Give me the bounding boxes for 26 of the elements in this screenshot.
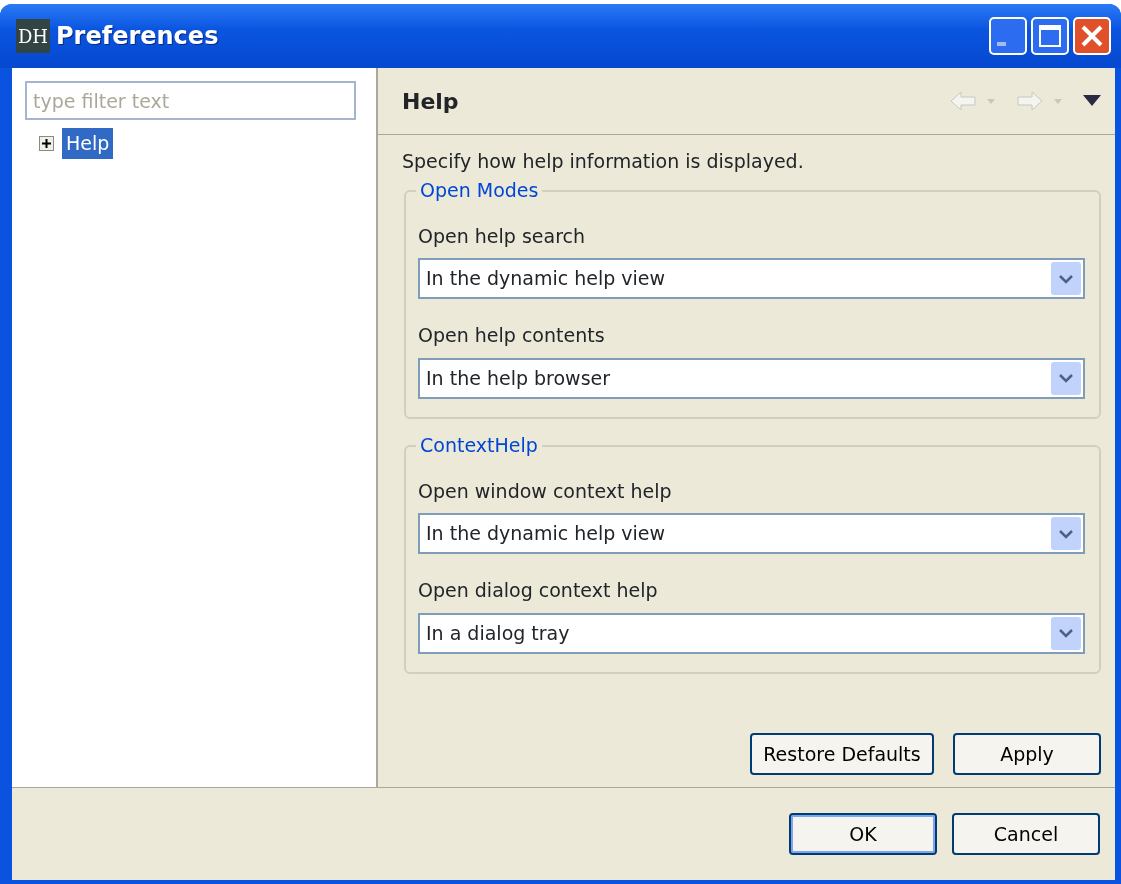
dropdown-field[interactable]: In the dynamic help view [418,513,1085,554]
minimize-icon [996,42,1006,46]
window-title: Preferences [56,21,219,52]
maximize-icon [1038,24,1062,48]
minimize-button[interactable] [989,17,1027,55]
dropdown-field[interactable]: In a dialog tray [418,612,1085,654]
page-title: Help [402,87,459,116]
menu-icon[interactable] [1083,95,1101,107]
dropdown-field[interactable]: In the help browser [418,357,1085,399]
page-description: Specify how help information is displayed. [402,149,804,174]
filter-field[interactable]: type filter text [25,81,356,120]
dropdown-field[interactable]: In the dynamic help view [418,258,1085,299]
tree-item[interactable]: Help [62,128,114,159]
field-label: Open help search [418,223,585,249]
field-label: Open window context help [418,478,672,504]
close-icon [1080,24,1104,48]
dialog-button[interactable]: Cancel [952,813,1100,855]
page-button[interactable]: Apply [953,733,1101,775]
dialog-button[interactable]: OK [789,813,937,855]
expand-icon[interactable] [39,135,54,151]
close-button[interactable] [1073,17,1111,55]
field-label: Open help contents [418,323,605,348]
app-icon: DH [16,19,50,53]
page-button[interactable]: Restore Defaults [750,733,934,775]
field-label: Open dialog context help [418,578,658,603]
maximize-button[interactable] [1031,17,1069,55]
